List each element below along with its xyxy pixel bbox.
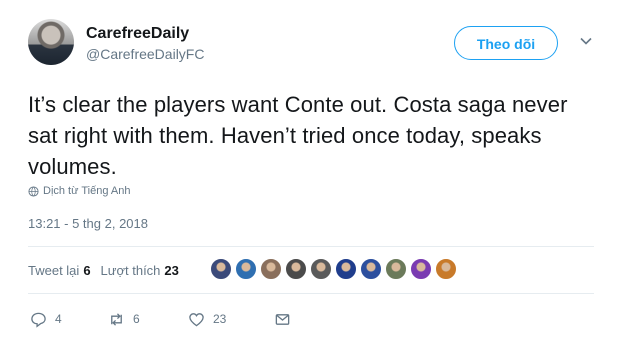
tweet-stats: Tweet lại 6 Lượt thích 23 xyxy=(28,258,189,282)
retweet-button[interactable]: 6 xyxy=(108,311,188,328)
liker-avatar[interactable] xyxy=(235,258,257,280)
like-count: 23 xyxy=(213,312,227,326)
tweet-actions: 4 6 23 xyxy=(30,308,291,330)
divider xyxy=(28,293,594,294)
divider xyxy=(28,246,594,247)
reply-icon xyxy=(31,312,46,328)
translate-label: Dịch từ Tiếng Anh xyxy=(43,185,131,197)
envelope-icon xyxy=(275,313,290,325)
liker-avatar[interactable] xyxy=(360,258,382,280)
liker-avatar[interactable] xyxy=(310,258,332,280)
liker-avatar[interactable] xyxy=(385,258,407,280)
like-button[interactable]: 23 xyxy=(188,311,274,328)
liker-avatar[interactable] xyxy=(410,258,432,280)
liker-avatar[interactable] xyxy=(260,258,282,280)
retweet-icon xyxy=(111,312,122,326)
retweets-count: 6 xyxy=(83,262,91,278)
reply-button[interactable]: 4 xyxy=(30,311,108,328)
reply-count: 4 xyxy=(55,312,62,326)
likes-count: 23 xyxy=(164,262,179,278)
message-button[interactable] xyxy=(274,311,291,328)
follow-button[interactable]: Theo dõi xyxy=(454,26,558,60)
liker-avatar[interactable] xyxy=(210,258,232,280)
liker-avatars xyxy=(210,258,460,282)
user-avatar[interactable] xyxy=(28,19,74,65)
globe-icon xyxy=(28,185,39,197)
likes-stat[interactable]: Lượt thích 23 xyxy=(101,263,179,278)
chevron-down-icon[interactable] xyxy=(578,33,594,49)
tweet-timestamp[interactable]: 13:21 - 5 thg 2, 2018 xyxy=(28,216,148,231)
likes-label: Lượt thích xyxy=(100,262,161,278)
retweet-count: 6 xyxy=(133,312,140,326)
liker-avatar[interactable] xyxy=(335,258,357,280)
display-name[interactable]: CarefreeDaily xyxy=(86,25,189,43)
tweet-header: CarefreeDaily @CarefreeDailyFC Theo dõi xyxy=(28,19,608,67)
liker-avatar[interactable] xyxy=(435,258,457,280)
retweets-stat[interactable]: Tweet lại 6 xyxy=(28,263,91,278)
retweets-label: Tweet lại xyxy=(28,262,80,278)
heart-icon xyxy=(189,312,204,326)
tweet-text: It’s clear the players want Conte out. C… xyxy=(28,92,568,179)
user-handle[interactable]: @CarefreeDailyFC xyxy=(86,46,204,62)
translate-link[interactable]: Dịch từ Tiếng Anh xyxy=(28,185,130,197)
liker-avatar[interactable] xyxy=(285,258,307,280)
